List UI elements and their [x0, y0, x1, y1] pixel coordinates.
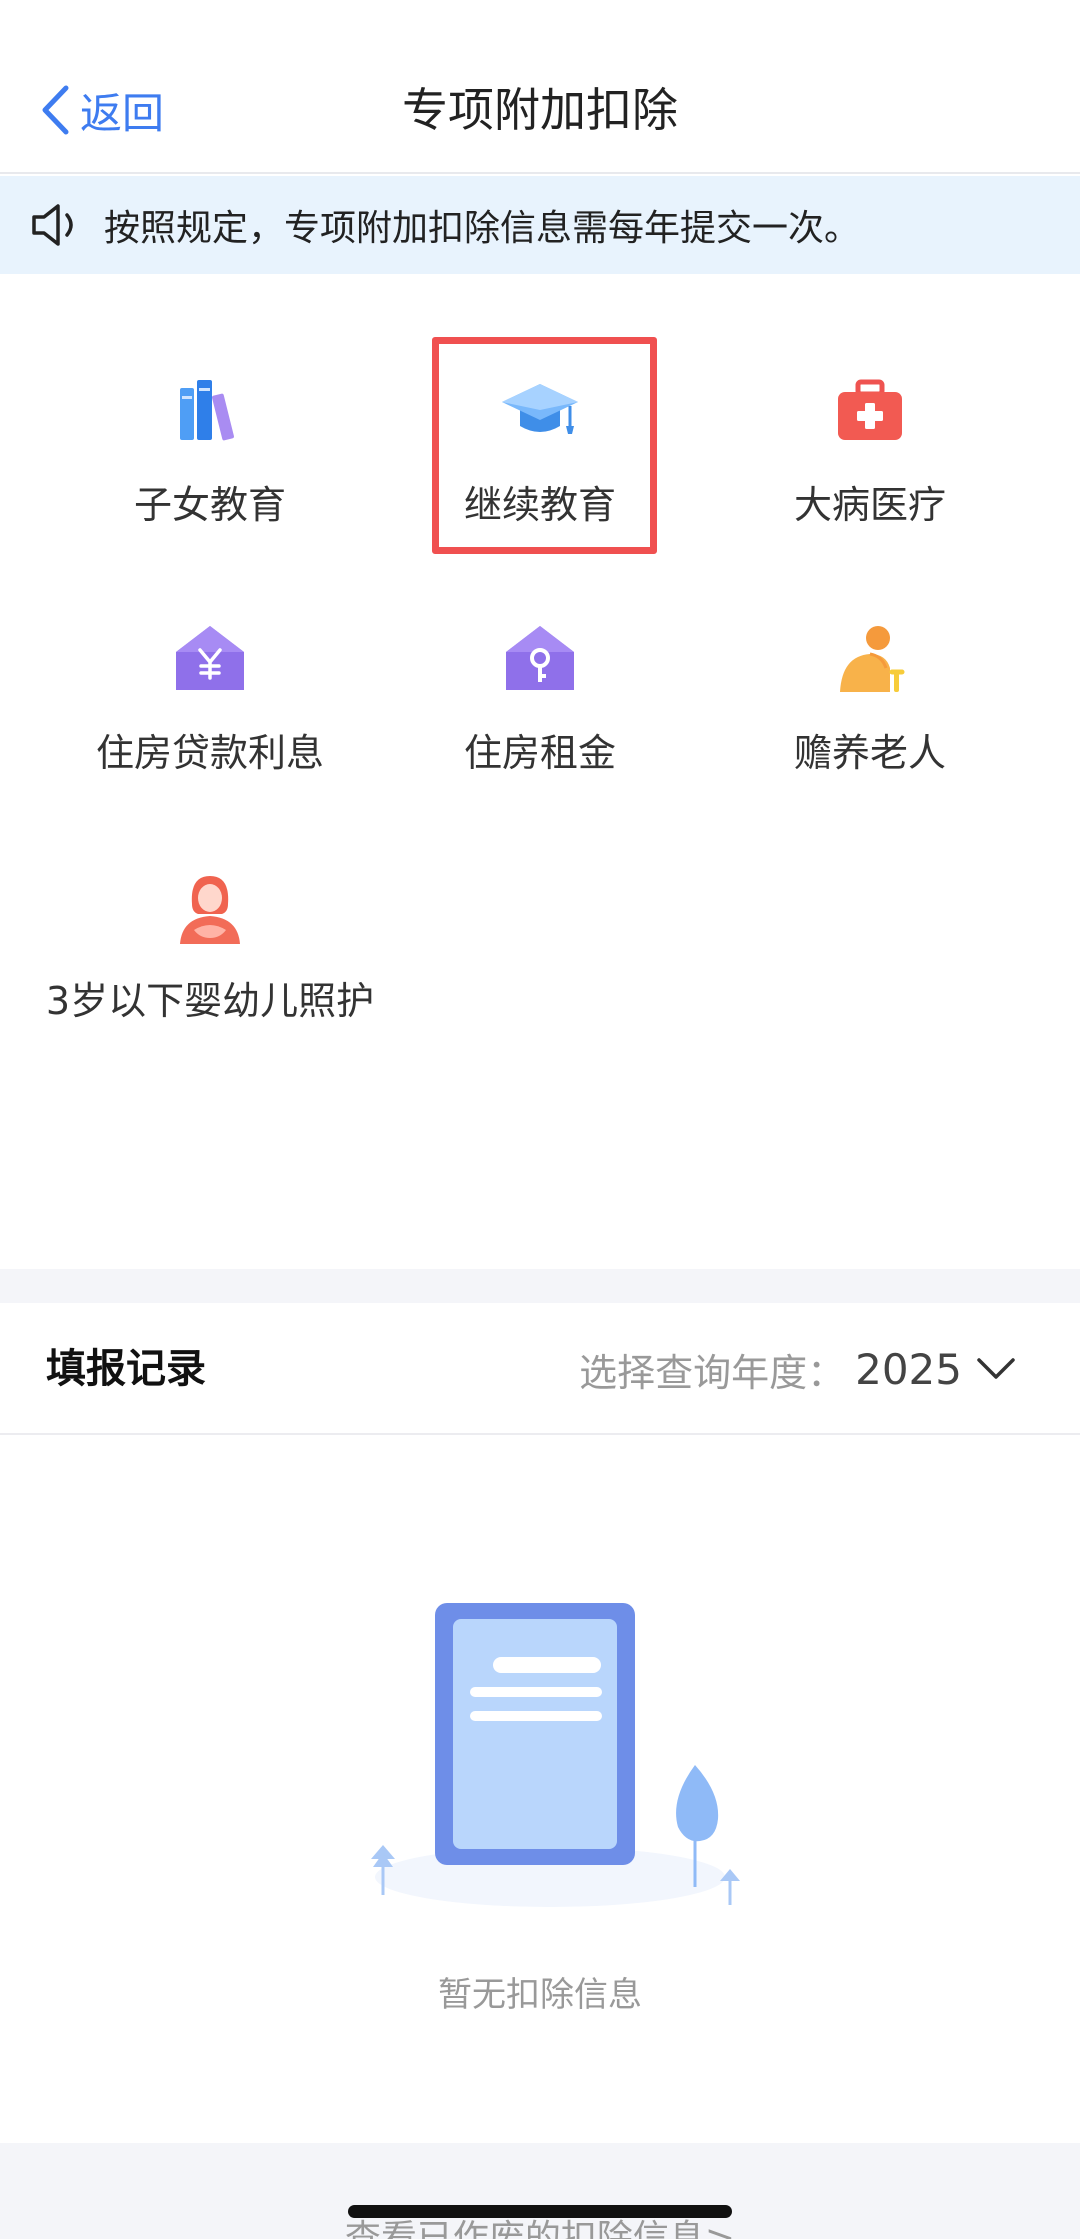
empty-document-illustration [371, 1603, 740, 1907]
category-label: 赡养老人 [793, 731, 946, 775]
speaker-icon [32, 204, 73, 246]
infant-care-icon [180, 876, 240, 944]
records-header: 填报记录 选择查询年度： 2025 [0, 1303, 1080, 1435]
nav-bar: 返回 专项附加扣除 [0, 0, 1080, 174]
category-label: 大病医疗 [793, 483, 946, 527]
notice-text: 按照规定，专项附加扣除信息需每年提交一次。 [104, 208, 861, 249]
year-selector-value: 2025 [855, 1344, 962, 1394]
books-icon [180, 380, 234, 441]
home-indicator [348, 2205, 732, 2218]
category-label: 住房贷款利息 [95, 731, 324, 775]
highlight-box [432, 337, 657, 554]
year-selector-label: 选择查询年度： [579, 1350, 846, 1395]
medical-kit-icon [838, 379, 902, 440]
empty-message: 暂无扣除信息 [438, 1975, 642, 2015]
notice-bar: 按照规定，专项附加扣除信息需每年提交一次。 [0, 176, 1080, 274]
records-title: 填报记录 [46, 1346, 206, 1392]
category-children-education[interactable]: 子女教育 [45, 372, 375, 536]
year-selector[interactable]: 选择查询年度： 2025 [579, 1303, 1016, 1435]
house-key-icon [506, 626, 574, 690]
empty-state: 暂无扣除信息 [0, 1437, 1080, 2143]
section-divider [0, 1269, 1080, 1303]
page-title: 专项附加扣除 [402, 83, 678, 137]
elderly-person-icon [840, 626, 905, 692]
category-housing-loan-interest[interactable]: 住房贷款利息 [45, 620, 375, 784]
house-yen-icon [176, 626, 244, 690]
category-elderly-support[interactable]: 赡养老人 [705, 620, 1035, 784]
category-housing-rent[interactable]: 住房租金 [375, 620, 705, 784]
category-infant-care[interactable]: 3岁以下婴幼儿照护 [45, 868, 375, 1032]
category-serious-illness[interactable]: 大病医疗 [705, 372, 1035, 536]
category-label: 住房租金 [463, 731, 616, 775]
chevron-down-icon [977, 1358, 1015, 1379]
category-label: 3岁以下婴幼儿照护 [45, 979, 375, 1023]
footer: 查看已作废的扣除信息> [0, 2143, 1080, 2239]
category-label: 子女教育 [133, 483, 286, 527]
